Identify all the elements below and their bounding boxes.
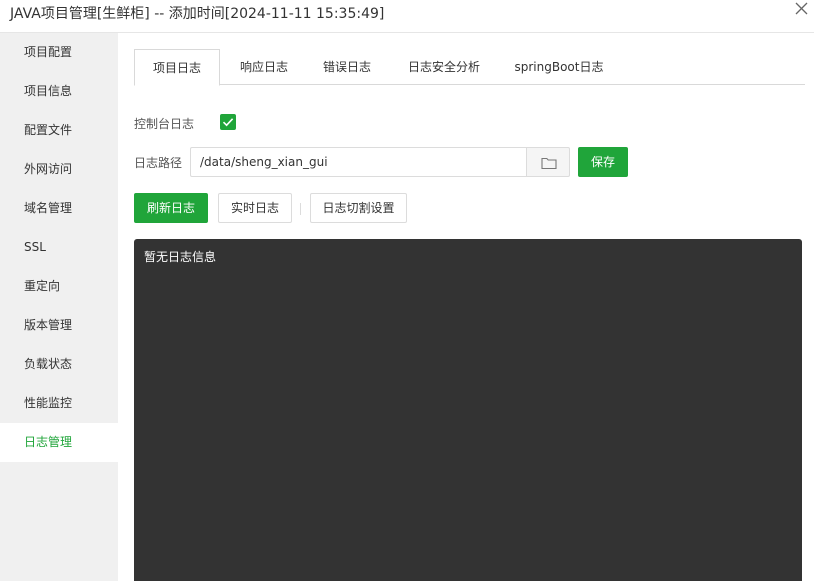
tab-response-log[interactable]: 响应日志 bbox=[224, 49, 304, 85]
tab-error-log[interactable]: 错误日志 bbox=[308, 49, 386, 85]
sidebar-item-config-file[interactable]: 配置文件 bbox=[0, 111, 118, 150]
tab-log-security[interactable]: 日志安全分析 bbox=[394, 49, 494, 85]
folder-picker-button[interactable] bbox=[526, 147, 570, 177]
sidebar-item-domain[interactable]: 域名管理 bbox=[0, 189, 118, 228]
sidebar-item-performance[interactable]: 性能监控 bbox=[0, 384, 118, 423]
log-path-label: 日志路径 bbox=[134, 156, 183, 170]
button-separator bbox=[300, 203, 301, 215]
log-path-input[interactable] bbox=[190, 147, 527, 177]
sidebar-item-external-access[interactable]: 外网访问 bbox=[0, 150, 118, 189]
sidebar-item-ssl[interactable]: SSL bbox=[0, 228, 118, 267]
close-icon bbox=[795, 2, 808, 15]
window-title: JAVA项目管理[生鲜柜] -- 添加时间[2024-11-11 15:35:4… bbox=[10, 6, 385, 22]
sidebar-item-load-status[interactable]: 负载状态 bbox=[0, 345, 118, 384]
save-button[interactable]: 保存 bbox=[578, 147, 628, 177]
check-icon bbox=[222, 118, 234, 127]
console-log-checkbox[interactable] bbox=[220, 114, 236, 130]
refresh-log-button[interactable]: 刷新日志 bbox=[134, 193, 208, 223]
title-bar: JAVA项目管理[生鲜柜] -- 添加时间[2024-11-11 15:35:4… bbox=[0, 0, 814, 33]
log-split-settings-button[interactable]: 日志切割设置 bbox=[310, 193, 407, 223]
sidebar: 项目配置 项目信息 配置文件 外网访问 域名管理 SSL 重定向 版本管理 负载… bbox=[0, 33, 118, 581]
console-empty-message: 暂无日志信息 bbox=[144, 250, 217, 264]
tab-springboot-log[interactable]: springBoot日志 bbox=[506, 49, 612, 85]
tab-project-log[interactable]: 项目日志 bbox=[134, 49, 220, 86]
sidebar-item-redirect[interactable]: 重定向 bbox=[0, 267, 118, 306]
sidebar-item-project-config[interactable]: 项目配置 bbox=[0, 33, 118, 72]
sidebar-item-project-info[interactable]: 项目信息 bbox=[0, 72, 118, 111]
folder-icon bbox=[541, 157, 557, 170]
console-log-label: 控制台日志 bbox=[134, 117, 195, 131]
sidebar-item-log-management[interactable]: 日志管理 bbox=[0, 423, 118, 462]
log-tabs: 项目日志 响应日志 错误日志 日志安全分析 springBoot日志 bbox=[134, 49, 805, 86]
close-button[interactable] bbox=[790, 0, 812, 20]
log-console[interactable]: 暂无日志信息 bbox=[134, 239, 802, 581]
sidebar-item-version[interactable]: 版本管理 bbox=[0, 306, 118, 345]
realtime-log-button[interactable]: 实时日志 bbox=[218, 193, 292, 223]
main-panel: 项目日志 响应日志 错误日志 日志安全分析 springBoot日志 控制台日志… bbox=[118, 33, 814, 581]
